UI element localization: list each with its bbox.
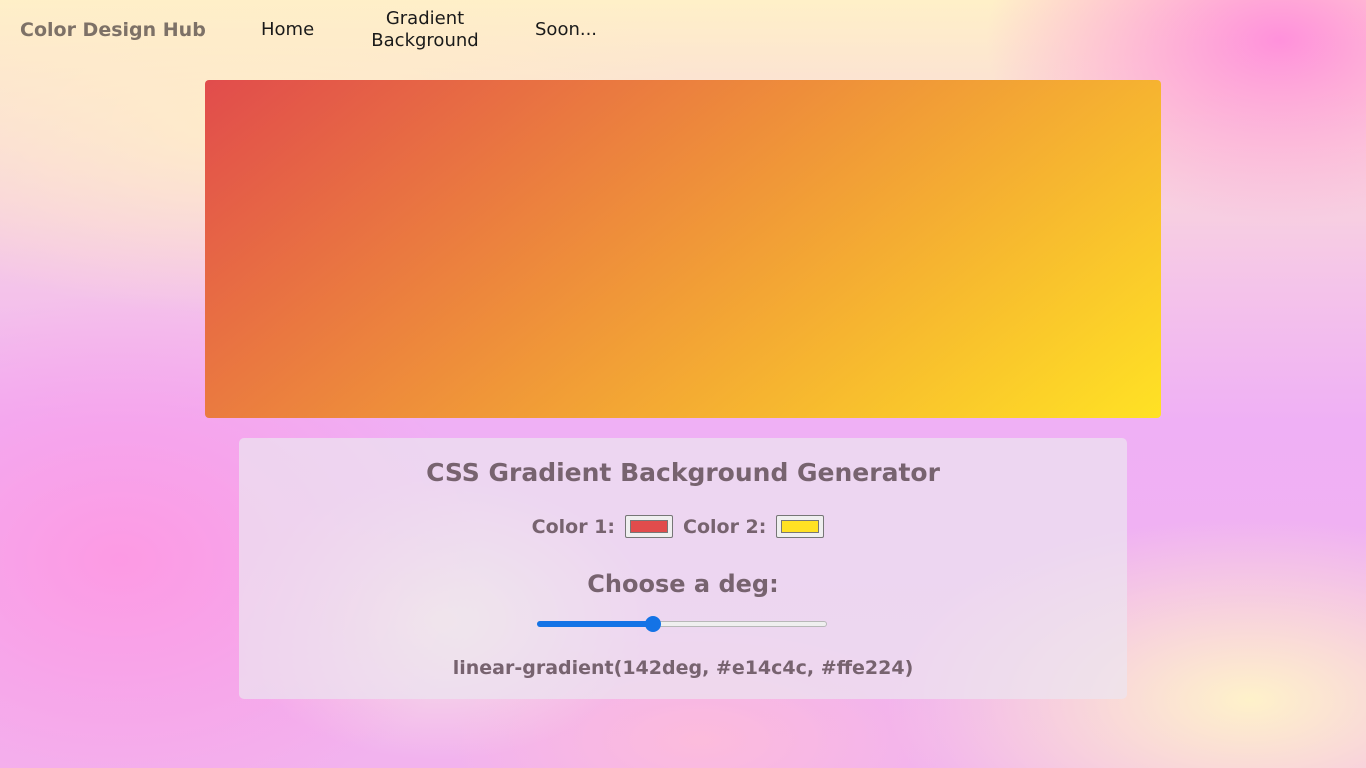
css-output-text: linear-gradient(142deg, #e14c4c, #ffe224…: [452, 657, 914, 679]
nav-link-soon[interactable]: Soon...: [535, 19, 597, 41]
color2-label: Color 2:: [683, 515, 767, 538]
color1-picker[interactable]: [625, 515, 673, 538]
deg-slider-thumb[interactable]: [645, 616, 661, 632]
deg-label: Choose a deg:: [587, 570, 779, 598]
deg-slider-fill: [537, 621, 653, 627]
top-nav: Color Design Hub Home Gradient Backgroun…: [0, 0, 1366, 62]
color1-label: Color 1:: [531, 515, 615, 538]
color-picker-row: Color 1: Color 2:: [239, 515, 1127, 538]
panel-title: CSS Gradient Background Generator: [426, 458, 940, 487]
deg-slider[interactable]: [537, 616, 827, 632]
color2-picker[interactable]: [776, 515, 825, 538]
color2-swatch: [781, 520, 820, 533]
color1-swatch: [630, 520, 668, 533]
brand-logo[interactable]: Color Design Hub: [20, 19, 206, 41]
nav-link-home[interactable]: Home: [261, 19, 314, 41]
nav-link-gradient-background[interactable]: Gradient Background: [366, 8, 484, 52]
gradient-preview: [205, 80, 1161, 418]
generator-panel: CSS Gradient Background Generator Color …: [239, 438, 1127, 699]
